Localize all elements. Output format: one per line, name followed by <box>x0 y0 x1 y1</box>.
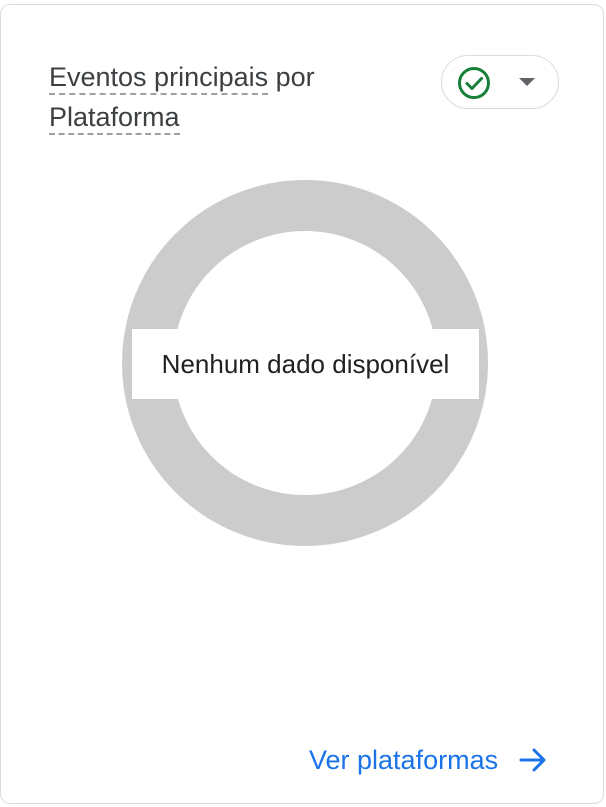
view-platforms-label: Ver plataformas <box>309 744 499 775</box>
card-title-metric[interactable]: Eventos principais <box>49 62 269 95</box>
data-quality-dropdown[interactable] <box>441 55 559 109</box>
top-events-by-platform-card: Eventos principais por Plataforma Nenhum … <box>0 4 604 804</box>
check-circle-icon <box>458 67 490 99</box>
card-title-connector: por <box>268 62 315 92</box>
card-title: Eventos principais por Plataforma <box>49 57 389 137</box>
no-data-message: Nenhum dado disponível <box>132 329 479 399</box>
arrow-drop-down-icon <box>519 78 535 86</box>
card-title-dimension[interactable]: Plataforma <box>49 102 180 135</box>
arrow-forward-icon <box>519 748 546 772</box>
view-platforms-link[interactable]: Ver plataformas <box>309 739 548 781</box>
